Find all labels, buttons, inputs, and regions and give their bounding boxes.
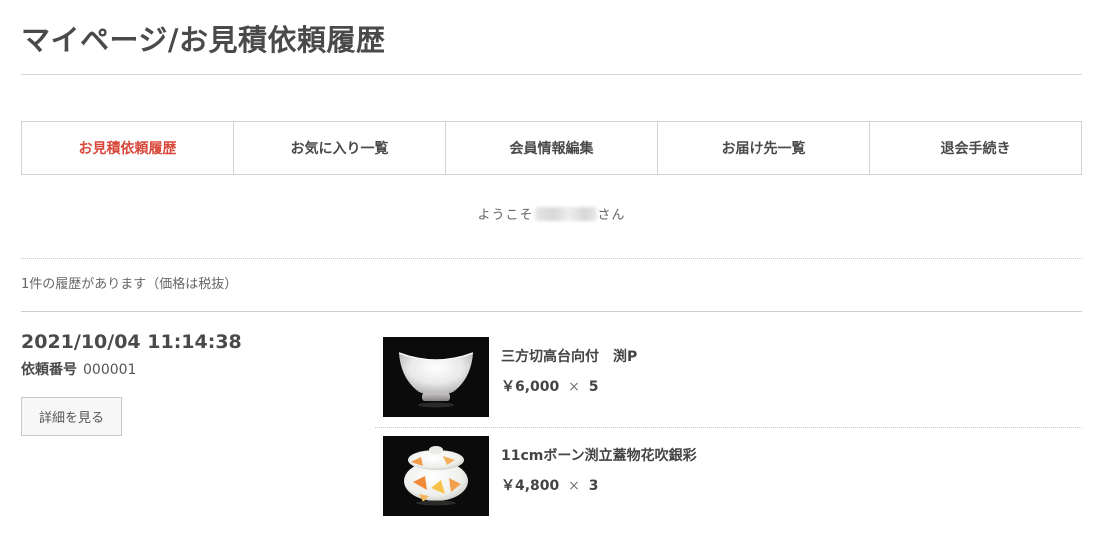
item-quantity: 5 xyxy=(588,379,599,395)
order-number: 依頼番号 000001 xyxy=(21,361,136,379)
mypage-tab-nav: お見積依頼履歴 お気に入り一覧 会員情報編集 お届け先一覧 退会手続き xyxy=(21,121,1082,175)
order-number-label: 依頼番号 xyxy=(21,362,77,378)
item-price-quantity: ￥6,000 × 5 xyxy=(501,377,599,397)
tab-favorites[interactable]: お気に入り一覧 xyxy=(233,122,445,174)
multiply-sign: × xyxy=(568,379,580,395)
welcome-suffix: さん xyxy=(597,208,626,223)
item-price: ￥6,000 xyxy=(501,379,560,395)
item-name[interactable]: 11cmボーン渕立蓋物花吹銀彩 xyxy=(501,446,697,466)
title-divider xyxy=(21,74,1082,75)
welcome-prefix: ようこそ xyxy=(477,208,534,223)
item-name[interactable]: 三方切高台向付 渕P xyxy=(501,347,637,367)
tab-withdrawal[interactable]: 退会手続き xyxy=(869,122,1081,174)
item-price: ￥4,800 xyxy=(501,478,560,494)
item-price-quantity: ￥4,800 × 3 xyxy=(501,476,599,496)
order-item: 三方切高台向付 渕P ￥6,000 × 5 xyxy=(375,337,1082,427)
multiply-sign: × xyxy=(568,478,580,494)
history-count-text: 1件の履歴があります（価格は税抜） xyxy=(21,277,238,292)
page-title: マイページ/お見積依頼履歴 xyxy=(21,23,386,57)
tab-member-info-edit[interactable]: 会員情報編集 xyxy=(445,122,657,174)
tab-delivery-addresses[interactable]: お届け先一覧 xyxy=(657,122,869,174)
order-datetime: 2021/10/04 11:14:38 xyxy=(21,331,242,353)
section-divider xyxy=(21,258,1082,259)
order-number-value: 000001 xyxy=(83,362,137,378)
item-quantity: 3 xyxy=(588,478,599,494)
product-image-lidded-bowl[interactable] xyxy=(383,436,489,516)
history-divider xyxy=(21,311,1082,312)
welcome-message: ようこそ さん xyxy=(21,206,1082,226)
item-divider xyxy=(375,427,1082,428)
tab-quote-history[interactable]: お見積依頼履歴 xyxy=(22,122,233,174)
view-details-button[interactable]: 詳細を見る xyxy=(21,397,122,436)
blurred-user-name xyxy=(534,207,597,221)
product-image-bowl[interactable] xyxy=(383,337,489,417)
order-item: 11cmボーン渕立蓋物花吹銀彩 ￥4,800 × 3 xyxy=(375,436,1082,526)
